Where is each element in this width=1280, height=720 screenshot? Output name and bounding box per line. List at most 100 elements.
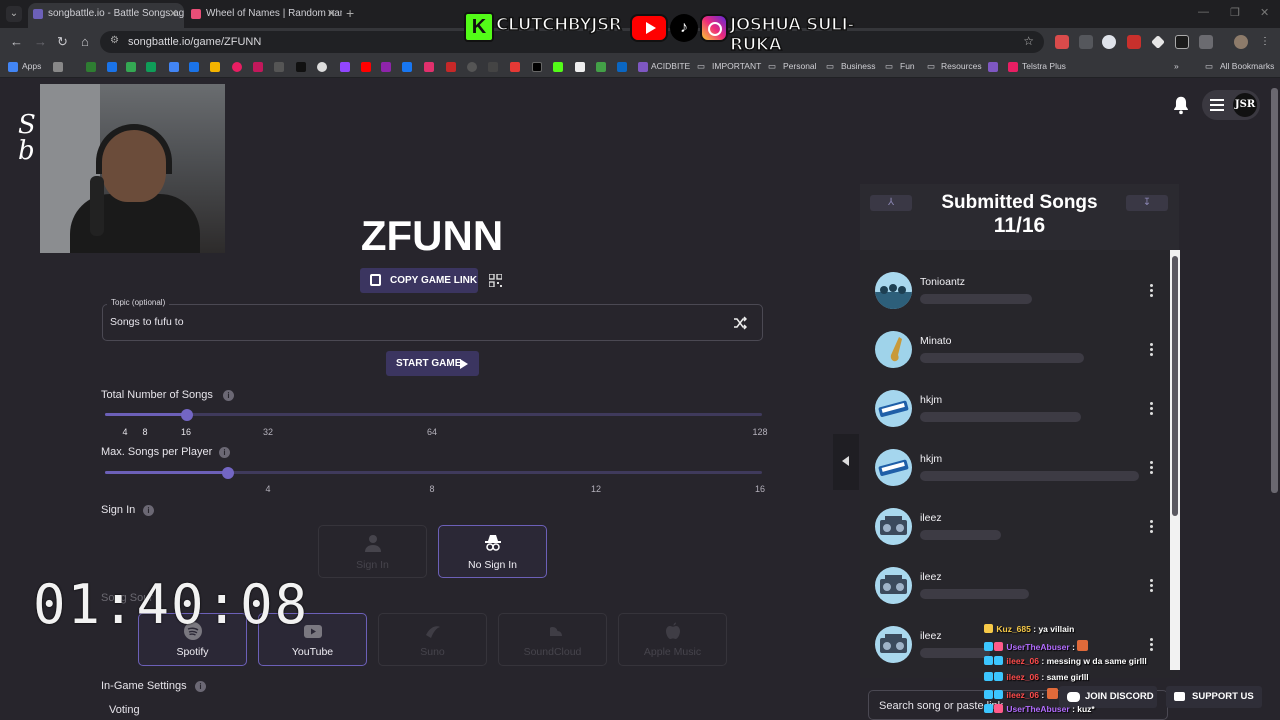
bookmark-icon[interactable]: [381, 62, 391, 72]
song-entry[interactable]: ileez: [860, 553, 1165, 611]
more-options-icon[interactable]: [1150, 284, 1153, 299]
more-options-icon[interactable]: [1150, 461, 1153, 476]
bookmark-folder-personal[interactable]: Personal: [783, 61, 817, 71]
new-tab-button[interactable]: +: [346, 5, 354, 21]
user-menu-button[interactable]: JSR: [1202, 90, 1260, 120]
bookmark-icon[interactable]: [253, 62, 263, 72]
start-game-button[interactable]: START GAME: [386, 351, 479, 376]
bookmark-folder-important[interactable]: IMPORTANT: [712, 61, 761, 71]
bookmark-icon[interactable]: [446, 62, 456, 72]
suno-source-option[interactable]: Suno: [378, 613, 487, 666]
apple-music-source-option[interactable]: Apple Music: [618, 613, 727, 666]
bookmark-icon[interactable]: [86, 62, 96, 72]
soundcloud-source-option[interactable]: SoundCloud: [498, 613, 607, 666]
qr-code-icon[interactable]: [489, 274, 502, 287]
more-options-icon[interactable]: [1150, 520, 1153, 535]
total-songs-slider-track[interactable]: [105, 413, 762, 416]
twitch-bookmark-icon[interactable]: [340, 62, 350, 72]
bookmark-icon[interactable]: [53, 62, 63, 72]
songbattle-logo[interactable]: Sb: [18, 112, 36, 164]
topic-value[interactable]: Songs to fufu to: [110, 316, 184, 328]
close-tab-icon[interactable]: ✕: [327, 3, 336, 25]
all-bookmarks[interactable]: All Bookmarks: [1220, 61, 1274, 71]
info-icon[interactable]: i: [219, 447, 230, 458]
song-entry[interactable]: Tonioantz: [860, 258, 1165, 316]
bookmark-folder-resources[interactable]: Resources: [941, 61, 982, 71]
more-options-icon[interactable]: [1150, 638, 1153, 653]
page-scrollbar-thumb[interactable]: [1271, 88, 1278, 493]
extensions-puzzle-icon[interactable]: [1199, 35, 1213, 49]
kick-bookmark-icon[interactable]: [553, 62, 563, 72]
bookmark-icon[interactable]: [146, 62, 156, 72]
tab-songbattle[interactable]: songbattle.io - Battle Songs ag ✕: [28, 3, 184, 28]
restore-icon[interactable]: ❐: [1230, 6, 1240, 19]
bookmark-icon[interactable]: [510, 62, 520, 72]
x-bookmark-icon[interactable]: [532, 62, 542, 72]
info-icon[interactable]: i: [223, 390, 234, 401]
songs-list-scrollbar-thumb[interactable]: [1172, 256, 1178, 516]
bookmark-star-icon[interactable]: ☆: [1023, 34, 1034, 48]
tiktok-bookmark-icon[interactable]: [296, 62, 306, 72]
site-info-icon[interactable]: ⚙: [110, 35, 119, 46]
max-songs-slider-thumb[interactable]: [222, 467, 234, 479]
bookmark-icon[interactable]: [169, 62, 179, 72]
back-icon[interactable]: ←: [10, 34, 23, 49]
bookmark-apps[interactable]: Apps: [22, 61, 41, 71]
info-icon[interactable]: i: [195, 681, 206, 692]
bookmark-folder-fun[interactable]: Fun: [900, 61, 915, 71]
adblock-extension-icon[interactable]: [1055, 35, 1069, 49]
facebook-bookmark-icon[interactable]: [402, 62, 412, 72]
bookmark-acidbite[interactable]: ACIDBITE: [651, 61, 690, 71]
reload-icon[interactable]: ↻: [57, 34, 68, 50]
bookmark-icon[interactable]: [596, 62, 606, 72]
bookmark-telstra-plus[interactable]: Telstra Plus: [1022, 61, 1066, 71]
extension-icon[interactable]: [1102, 35, 1116, 49]
bookmark-icon[interactable]: [488, 62, 498, 72]
browser-menu-icon[interactable]: ⋮: [1260, 35, 1270, 49]
bookmark-icon[interactable]: [210, 62, 220, 72]
home-icon[interactable]: ⌂: [81, 34, 89, 49]
more-options-icon[interactable]: [1150, 579, 1153, 594]
bookmark-icon[interactable]: [274, 62, 284, 72]
bookmark-icon[interactable]: [107, 62, 117, 72]
instagram-bookmark-icon[interactable]: [424, 62, 434, 72]
extension-icon[interactable]: [1175, 35, 1189, 49]
youtube-bookmark-icon[interactable]: [361, 62, 371, 72]
close-window-icon[interactable]: ✕: [1260, 6, 1269, 19]
song-entry[interactable]: ileez: [860, 494, 1165, 552]
url-text[interactable]: songbattle.io/game/ZFUNN: [128, 36, 261, 48]
song-entry[interactable]: hkjm: [860, 435, 1165, 493]
bookmark-icon[interactable]: [638, 62, 648, 72]
info-icon[interactable]: i: [143, 505, 154, 516]
linkedin-bookmark-icon[interactable]: [617, 62, 627, 72]
no-sign-in-option[interactable]: No Sign In: [438, 525, 547, 578]
more-options-icon[interactable]: [1150, 343, 1153, 358]
shuffle-topic-icon[interactable]: [733, 316, 747, 330]
forward-icon[interactable]: →: [34, 34, 47, 49]
topic-input[interactable]: [102, 304, 763, 341]
bookmark-icon[interactable]: [189, 62, 199, 72]
song-entry[interactable]: hkjm: [860, 376, 1165, 434]
bookmark-icon[interactable]: [232, 62, 242, 72]
copy-game-link-button[interactable]: COPY GAME LINK: [360, 268, 478, 293]
tab-wheel-of-names[interactable]: Wheel of Names | Random nam ✕: [186, 3, 342, 28]
extension-icon[interactable]: [1079, 35, 1093, 49]
tab-search-button[interactable]: ⌄: [6, 6, 22, 22]
sign-in-option[interactable]: Sign In: [318, 525, 427, 578]
collapse-panel-button[interactable]: [833, 434, 859, 490]
pdf-extension-icon[interactable]: [1127, 35, 1141, 49]
song-entry[interactable]: Minato: [860, 317, 1165, 375]
close-tab-icon[interactable]: ✕: [169, 3, 178, 25]
bookmark-icon[interactable]: [317, 62, 327, 72]
profile-avatar-icon[interactable]: [1234, 35, 1248, 49]
bookmark-icon[interactable]: [575, 62, 585, 72]
support-us-button[interactable]: SUPPORT US: [1166, 686, 1262, 708]
more-options-icon[interactable]: [1150, 402, 1153, 417]
minimize-icon[interactable]: —: [1198, 6, 1209, 18]
bookmark-icon[interactable]: [988, 62, 998, 72]
more-bookmarks-chevron-icon[interactable]: »: [1174, 61, 1179, 71]
total-songs-slider-thumb[interactable]: [181, 409, 193, 421]
notification-bell-icon[interactable]: [1170, 94, 1192, 116]
bookmark-folder-business[interactable]: Business: [841, 61, 876, 71]
bookmark-icon[interactable]: [467, 62, 477, 72]
